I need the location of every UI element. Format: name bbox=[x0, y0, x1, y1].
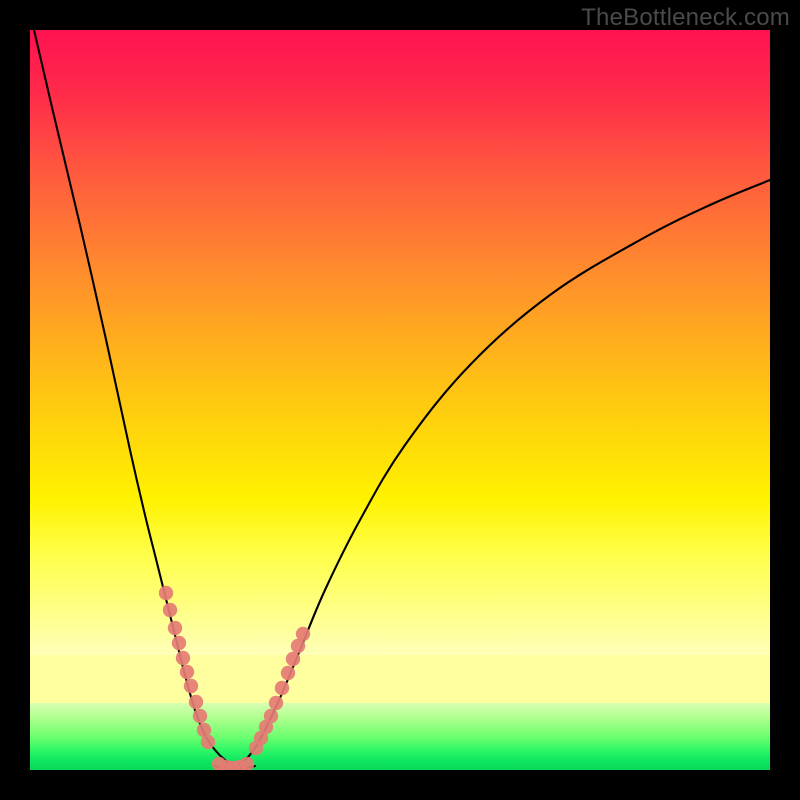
highlight-dot bbox=[189, 695, 203, 709]
highlight-dot bbox=[159, 586, 173, 600]
highlight-dot bbox=[240, 757, 254, 770]
highlight-dot bbox=[184, 679, 198, 693]
left-curve bbox=[34, 30, 235, 766]
highlight-dot bbox=[193, 709, 207, 723]
highlight-dot bbox=[168, 621, 182, 635]
highlight-dot bbox=[286, 652, 300, 666]
dot-cluster bbox=[159, 586, 310, 770]
curve-layer bbox=[30, 30, 770, 770]
highlight-dot bbox=[163, 603, 177, 617]
highlight-dot bbox=[172, 636, 186, 650]
watermark-text: TheBottleneck.com bbox=[581, 4, 790, 32]
highlight-dot bbox=[176, 651, 190, 665]
plot-area bbox=[30, 30, 770, 770]
highlight-dot bbox=[180, 665, 194, 679]
right-curve bbox=[235, 180, 770, 766]
chart-frame: TheBottleneck.com bbox=[0, 0, 800, 800]
highlight-dot bbox=[275, 681, 289, 695]
highlight-dot bbox=[269, 696, 283, 710]
highlight-dot bbox=[264, 709, 278, 723]
highlight-dot bbox=[201, 735, 215, 749]
highlight-dot bbox=[296, 627, 310, 641]
highlight-dot bbox=[281, 666, 295, 680]
